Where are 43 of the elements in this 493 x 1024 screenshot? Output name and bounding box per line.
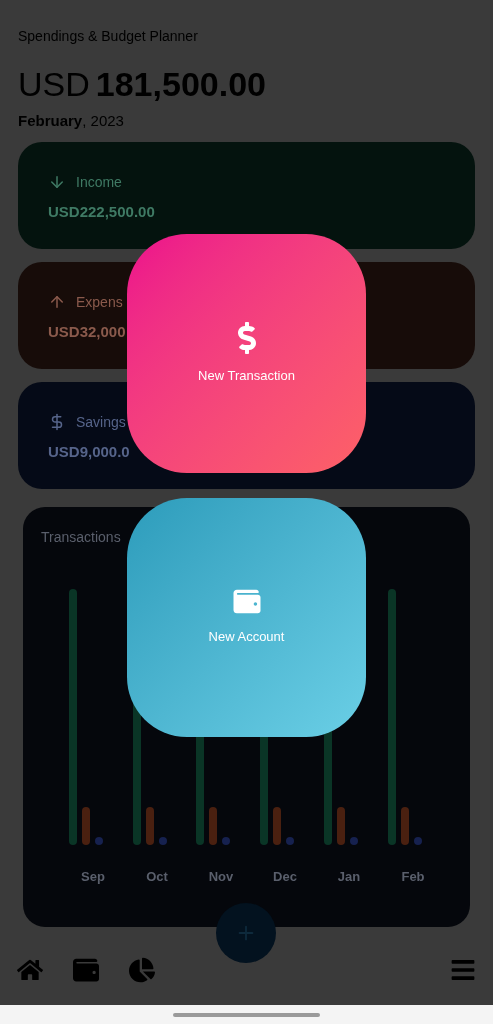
menu-icon bbox=[450, 957, 476, 983]
nav-button[interactable] bbox=[450, 957, 476, 983]
wallet-icon bbox=[231, 588, 262, 616]
month-axis-label: Sep bbox=[81, 867, 105, 886]
summary-card[interactable]: Income USD222,500.00 bbox=[18, 141, 475, 249]
month-axis-label: Dec bbox=[273, 867, 297, 886]
dollar-icon bbox=[235, 321, 258, 354]
card-amount: USD9,000.0 bbox=[48, 441, 130, 462]
nav-button[interactable] bbox=[17, 957, 43, 983]
balance-amount: 181,500.00 bbox=[95, 64, 266, 105]
app-title: Spendings & Budget Planner bbox=[18, 27, 198, 46]
action-menu[interactable]: New Account bbox=[127, 498, 366, 737]
expense-bar bbox=[401, 806, 409, 845]
expense-bar bbox=[146, 806, 154, 845]
card-label: Income bbox=[76, 172, 122, 192]
month-label: February bbox=[18, 111, 83, 131]
currency-label: USD bbox=[18, 64, 90, 105]
card-amount: USD32,000 bbox=[48, 321, 126, 342]
nav-button[interactable] bbox=[73, 957, 99, 983]
panel-title: Transactions bbox=[41, 527, 121, 547]
savings-bar bbox=[414, 836, 422, 845]
month-axis-label: Jan bbox=[337, 867, 361, 886]
year-label: , 2023 bbox=[82, 111, 124, 131]
home-icon bbox=[17, 957, 43, 983]
pie-chart-icon bbox=[129, 957, 155, 983]
expense-bar bbox=[209, 806, 217, 845]
month-axis-label: Nov bbox=[208, 867, 234, 886]
wallet-icon bbox=[73, 957, 99, 983]
savings-bar bbox=[95, 836, 103, 845]
savings-bar bbox=[222, 836, 230, 845]
nav-button[interactable] bbox=[129, 957, 155, 983]
expense-bar bbox=[82, 806, 90, 845]
expense-bar bbox=[273, 806, 281, 845]
month-axis-label: Oct bbox=[146, 867, 168, 886]
arrow-down-icon bbox=[48, 173, 66, 191]
savings-bar bbox=[350, 836, 358, 845]
savings-bar bbox=[159, 836, 167, 845]
card-label: Expens bbox=[76, 292, 123, 312]
card-amount: USD222,500.00 bbox=[48, 201, 155, 222]
month-axis-label: Feb bbox=[401, 867, 425, 886]
savings-bar bbox=[286, 836, 294, 845]
card-label: Savings bbox=[76, 412, 126, 432]
expense-bar bbox=[337, 806, 345, 845]
